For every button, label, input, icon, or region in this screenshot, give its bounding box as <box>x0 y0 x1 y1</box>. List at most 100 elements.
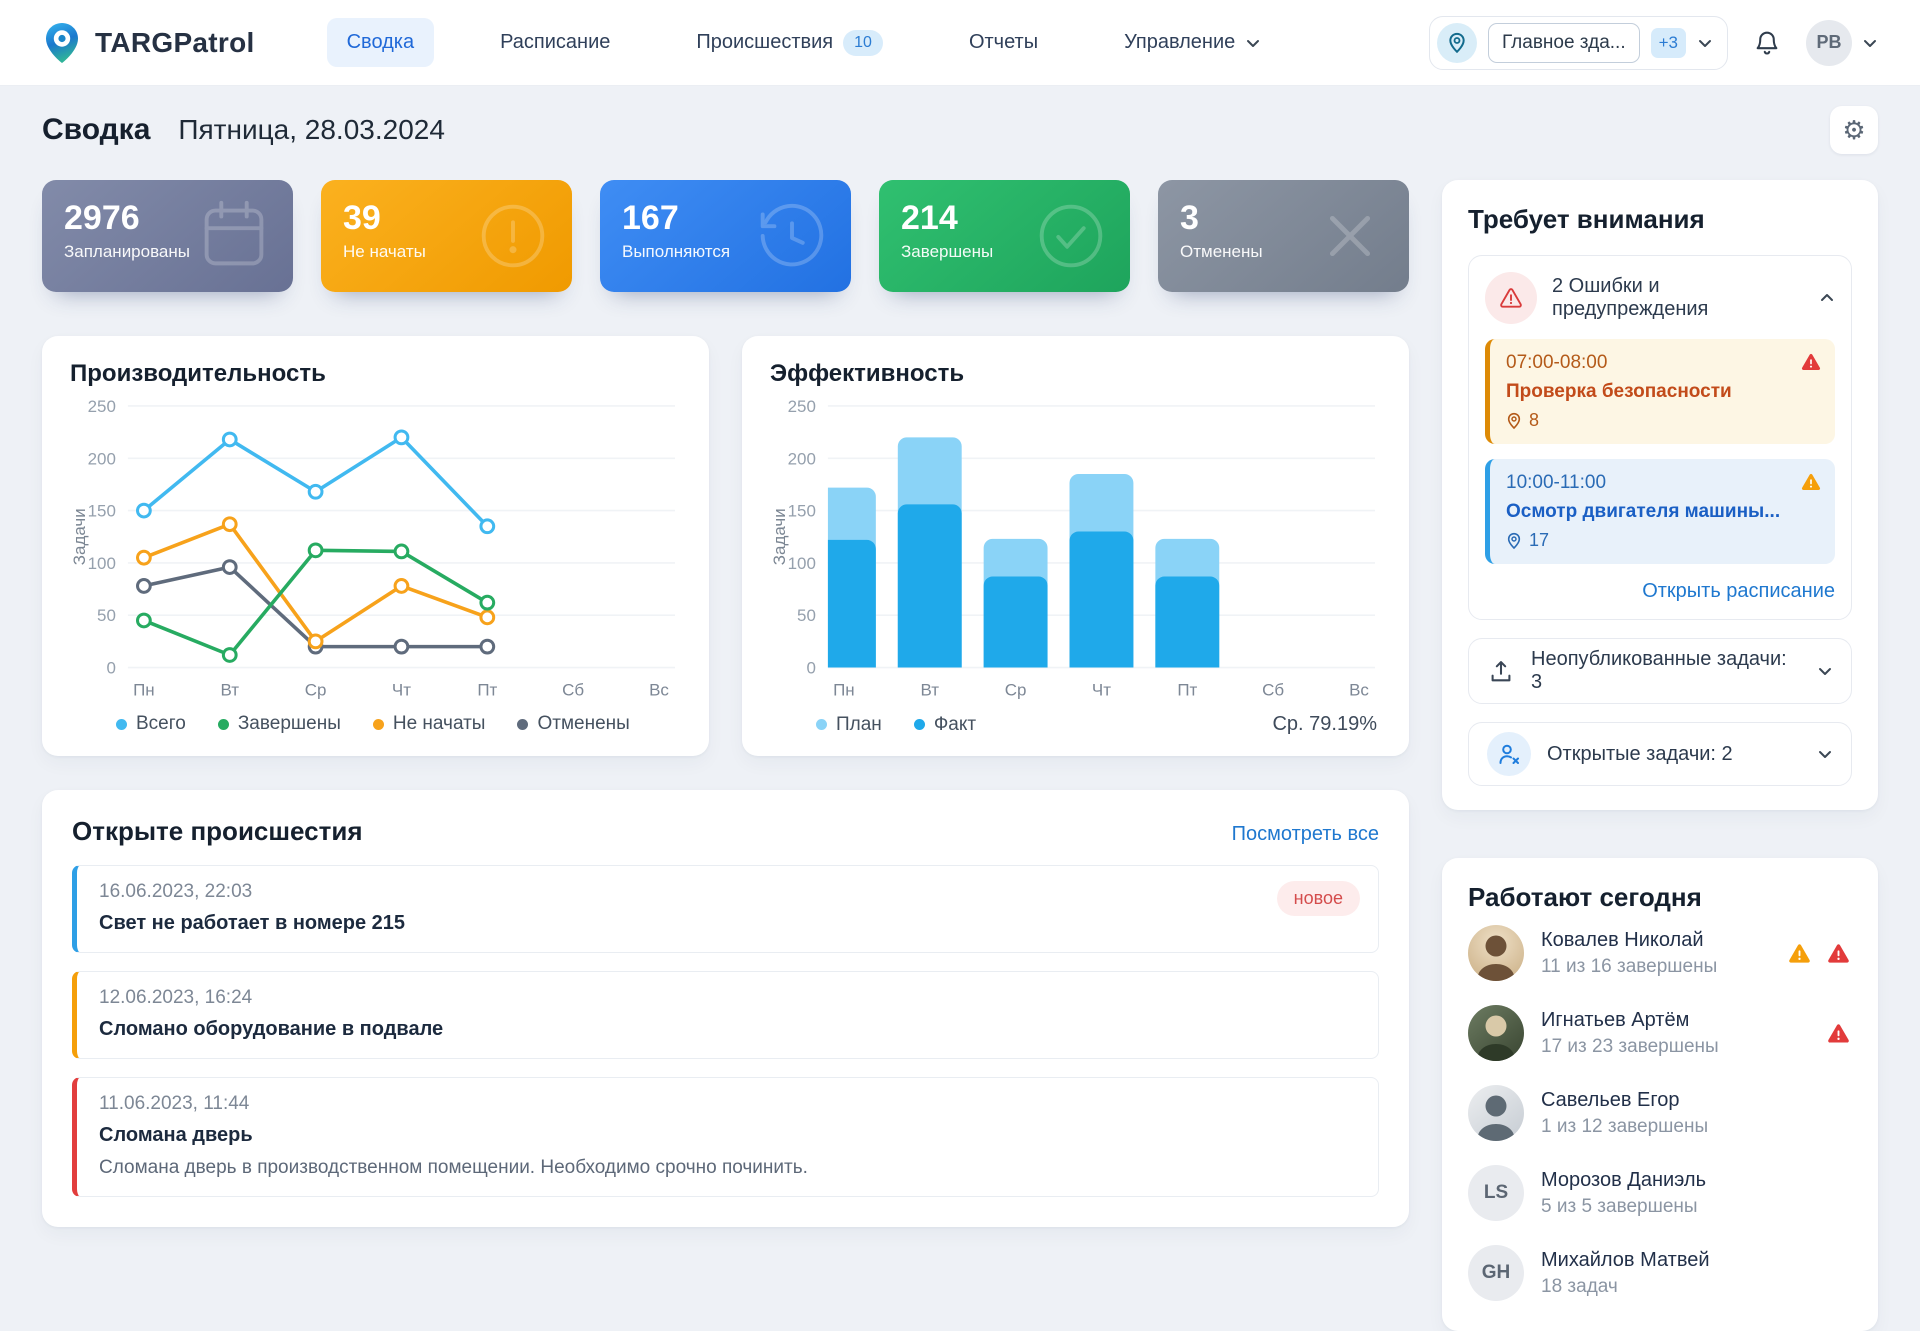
attention-panel: Требует внимания 2 Ошибки и предупрежден… <box>1442 180 1878 810</box>
error-triangle-icon <box>1825 941 1852 966</box>
person-row[interactable]: LS Морозов Даниэль 5 из 5 завершены <box>1468 1153 1852 1233</box>
upload-icon <box>1487 657 1515 685</box>
notifications-button[interactable] <box>1752 27 1782 59</box>
map-pin-icon <box>1506 532 1522 550</box>
avatar-initials: LS <box>1468 1165 1524 1221</box>
svg-text:Сб: Сб <box>562 680 584 699</box>
efficiency-bar-chart: 050100150200250ПнВтСрЧтПтСбВсЗадачи <box>770 392 1381 707</box>
stat-card-completed: 214 Завершены <box>879 180 1130 292</box>
left-column: 2976 Запланированы 39 Не начаты 167 Выпо… <box>42 180 1409 1331</box>
errors-group: 2 Ошибки и предупреждения 07:00-08:00 Пр… <box>1468 255 1852 620</box>
svg-text:Чт: Чт <box>1092 680 1111 699</box>
avatar <box>1468 1085 1524 1141</box>
incidents-title: Открыте происшестия <box>72 816 363 847</box>
nav-reports[interactable]: Отчеты <box>949 18 1058 67</box>
incident-row[interactable]: 16.06.2023, 22:03 Свет не работает в ном… <box>72 865 1379 953</box>
person-row[interactable]: Ковалев Николай 11 из 16 завершены <box>1468 913 1852 993</box>
avatar-initials: GH <box>1468 1245 1524 1301</box>
chart-title: Эффективность <box>770 360 1381 388</box>
svg-text:150: 150 <box>788 502 816 521</box>
location-pin-icon <box>1437 23 1477 63</box>
nav-incidents[interactable]: Происшествия 10 <box>676 17 903 69</box>
svg-text:250: 250 <box>788 397 816 416</box>
avatar <box>1468 1005 1524 1061</box>
warning-triangle-icon <box>1485 272 1537 324</box>
open-schedule-link[interactable]: Открыть расписание <box>1642 580 1835 602</box>
efficiency-chart-card: Эффективность 050100150200250ПнВтСрЧтПтС… <box>742 336 1409 756</box>
svg-text:250: 250 <box>88 397 116 416</box>
user-menu[interactable]: РВ <box>1806 20 1878 66</box>
person-row[interactable]: GH Михайлов Матвей 18 задач <box>1468 1233 1852 1313</box>
svg-text:100: 100 <box>788 554 816 573</box>
top-nav: TARGPatrol Сводка Расписание Происшестви… <box>0 0 1920 86</box>
warning-triangle-icon <box>1786 941 1813 966</box>
svg-text:Вт: Вт <box>220 680 239 699</box>
svg-text:50: 50 <box>97 606 116 625</box>
brand-name: TARGPatrol <box>95 27 255 59</box>
open-tasks-row[interactable]: Открытые задачи: 2 <box>1468 722 1852 786</box>
person-x-icon <box>1487 732 1531 776</box>
settings-button[interactable]: ⚙ <box>1830 106 1878 154</box>
check-circle-icon <box>1028 193 1114 279</box>
svg-text:Вс: Вс <box>1349 680 1369 699</box>
unpublished-tasks-row[interactable]: Неопубликованные задачи: 3 <box>1468 638 1852 704</box>
svg-text:50: 50 <box>797 606 816 625</box>
working-today-panel: Работают сегодня Ковалев Николай 11 из 1… <box>1442 858 1878 1331</box>
chevron-up-icon <box>1819 290 1835 306</box>
svg-text:Пн: Пн <box>833 680 855 699</box>
average-value: Ср. 79.19% <box>1272 713 1381 736</box>
stat-card-cancelled: 3 Отменены <box>1158 180 1409 292</box>
svg-text:150: 150 <box>88 502 116 521</box>
brand-logo-icon <box>42 21 82 65</box>
person-row[interactable]: Игнатьев Артём 17 из 23 завершены <box>1468 993 1852 1073</box>
productivity-chart-card: Производительность 050100150200250ПнВтСр… <box>42 336 709 756</box>
person-row[interactable]: Савельев Егор 1 из 12 завершены <box>1468 1073 1852 1153</box>
errors-group-toggle[interactable]: 2 Ошибки и предупреждения <box>1485 272 1835 324</box>
attention-title: Требует внимания <box>1468 204 1852 235</box>
stat-card-planned: 2976 Запланированы <box>42 180 293 292</box>
svg-text:Ср: Ср <box>1005 680 1027 699</box>
nav-management[interactable]: Управление <box>1104 18 1281 67</box>
location-value: Главное зда... <box>1488 23 1640 63</box>
incidents-count-badge: 10 <box>843 30 883 56</box>
stats-row: 2976 Запланированы 39 Не начаты 167 Выпо… <box>42 180 1409 292</box>
svg-text:Пт: Пт <box>1177 680 1197 699</box>
svg-text:200: 200 <box>88 449 116 468</box>
gear-icon: ⚙ <box>1842 115 1865 145</box>
avatar <box>1468 925 1524 981</box>
avatar: РВ <box>1806 20 1852 66</box>
svg-text:Вт: Вт <box>920 680 939 699</box>
svg-text:Чт: Чт <box>392 680 411 699</box>
svg-text:200: 200 <box>788 449 816 468</box>
location-extra-badge: +3 <box>1651 28 1686 58</box>
nav-schedule[interactable]: Расписание <box>480 18 630 67</box>
map-pin-icon <box>1506 412 1522 430</box>
warning-triangle-icon <box>1799 471 1823 498</box>
svg-text:0: 0 <box>106 659 115 678</box>
bell-icon <box>1752 27 1782 59</box>
svg-text:Пн: Пн <box>133 680 155 699</box>
svg-text:Задачи: Задачи <box>770 508 789 565</box>
title-row: Сводка Пятница, 28.03.2024 ⚙ <box>42 106 1878 154</box>
exclamation-circle-icon <box>470 193 556 279</box>
page-date: Пятница, 28.03.2024 <box>178 114 445 146</box>
chevron-down-icon <box>1245 35 1261 51</box>
error-triangle-icon <box>1799 351 1823 378</box>
view-all-link[interactable]: Посмотреть все <box>1232 823 1379 846</box>
svg-text:100: 100 <box>88 554 116 573</box>
alert-item[interactable]: 10:00-11:00 Осмотр двигателя машины... 1… <box>1485 459 1835 564</box>
stat-card-not-started: 39 Не начаты <box>321 180 572 292</box>
stat-card-in-progress: 167 Выполняются <box>600 180 851 292</box>
x-icon <box>1307 193 1393 279</box>
incident-row[interactable]: 11.06.2023, 11:44 Сломана дверь Сломана … <box>72 1077 1379 1197</box>
page-title: Сводка <box>42 113 150 147</box>
history-icon <box>749 193 835 279</box>
location-selector[interactable]: Главное зда... +3 <box>1429 16 1728 70</box>
charts-row: Производительность 050100150200250ПнВтСр… <box>42 336 1409 756</box>
svg-text:Задачи: Задачи <box>70 508 89 565</box>
brand[interactable]: TARGPatrol <box>42 21 255 65</box>
nav-summary[interactable]: Сводка <box>327 18 435 67</box>
incident-row[interactable]: 12.06.2023, 16:24 Сломано оборудование в… <box>72 971 1379 1059</box>
alert-item[interactable]: 07:00-08:00 Проверка безопасности 8 <box>1485 339 1835 444</box>
error-triangle-icon <box>1825 1021 1852 1046</box>
